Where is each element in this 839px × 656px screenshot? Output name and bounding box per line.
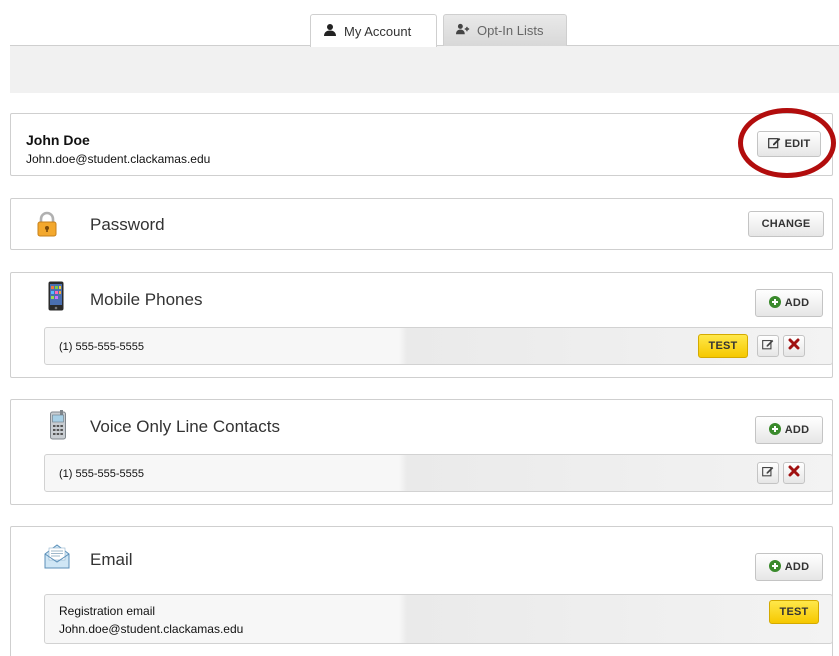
add-email-button[interactable]: ADD — [755, 553, 823, 581]
section-title: Password — [90, 215, 165, 234]
tab-my-account[interactable]: My Account — [310, 14, 437, 47]
mobile-phone-row: (1) 555-555-5555 TEST — [44, 327, 833, 365]
delete-mobile-button[interactable] — [783, 335, 805, 357]
phone-number: (1) 555-555-5555 — [59, 341, 145, 353]
voice-contacts-panel: Voice Only Line Contacts ADD (1) 555-555… — [10, 399, 833, 505]
header-band — [10, 46, 839, 93]
desk-phone-icon — [50, 410, 66, 445]
test-email-button[interactable]: TEST — [769, 600, 819, 624]
add-voice-button[interactable]: ADD — [755, 416, 823, 444]
tab-opt-in-lists[interactable]: Opt-In Lists — [443, 14, 567, 46]
plus-circle-icon — [768, 559, 781, 575]
email-address: John.doe@student.clackamas.edu — [59, 622, 244, 636]
test-label: TEST — [708, 340, 738, 352]
test-label: TEST — [779, 606, 809, 618]
delete-voice-button[interactable] — [783, 462, 805, 484]
edit-mobile-button[interactable] — [757, 335, 779, 357]
add-label: ADD — [784, 424, 810, 436]
edit-voice-button[interactable] — [757, 462, 779, 484]
tab-label: Opt-In Lists — [477, 23, 544, 38]
plus-circle-icon — [768, 295, 781, 311]
email-label: Registration email — [59, 604, 156, 618]
user-email: John.doe@student.clackamas.edu — [26, 152, 211, 166]
user-name: John Doe — [26, 132, 90, 148]
user-add-icon — [456, 22, 470, 39]
mobile-phone-icon — [48, 281, 64, 316]
email-panel: Email ADD Registration email John.doe@st… — [10, 526, 833, 656]
add-label: ADD — [784, 297, 810, 309]
change-password-button[interactable]: CHANGE — [748, 211, 824, 237]
test-mobile-button[interactable]: TEST — [698, 334, 748, 358]
account-tabs: My Account Opt-In Lists — [0, 14, 839, 47]
email-row: Registration email John.doe@student.clac… — [44, 594, 833, 644]
envelope-icon — [44, 543, 70, 574]
password-panel: Password CHANGE — [10, 198, 833, 250]
phone-number: (1) 555-555-5555 — [59, 468, 145, 480]
section-title: Email — [90, 550, 133, 569]
section-title: Voice Only Line Contacts — [90, 417, 280, 436]
user-icon — [323, 23, 337, 40]
profile-panel: John Doe John.doe@student.clackamas.edu … — [10, 113, 833, 176]
plus-circle-icon — [768, 422, 781, 438]
mobile-phones-panel: Mobile Phones ADD (1) 555-555-5555 TEST — [10, 272, 833, 378]
add-label: ADD — [784, 561, 810, 573]
change-label: CHANGE — [761, 218, 811, 230]
voice-contact-row: (1) 555-555-5555 — [44, 454, 833, 492]
delete-icon — [788, 337, 800, 355]
edit-icon — [762, 464, 774, 482]
delete-icon — [788, 464, 800, 482]
add-mobile-button[interactable]: ADD — [755, 289, 823, 317]
tab-label: My Account — [344, 23, 412, 39]
section-title: Mobile Phones — [90, 290, 203, 309]
highlight-circle — [738, 108, 836, 178]
edit-icon — [762, 337, 774, 355]
padlock-icon — [37, 211, 57, 242]
